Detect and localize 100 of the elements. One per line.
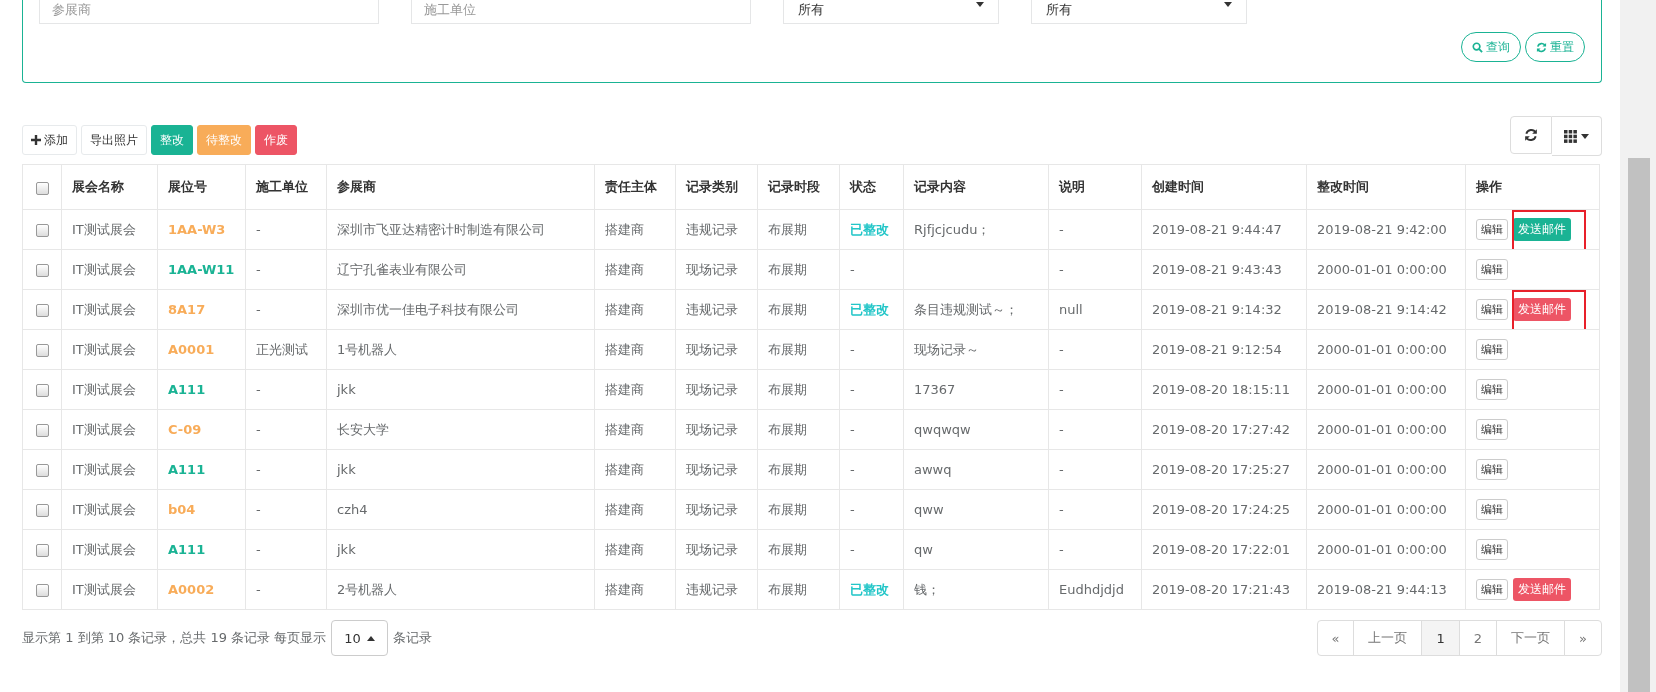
table-cell: 2000-01-01 0:00:00	[1317, 462, 1447, 477]
table-cell: 布展期	[768, 501, 807, 517]
page-link[interactable]: 2	[1458, 620, 1498, 656]
table-cell: IT测试展会	[72, 301, 136, 317]
status-text: 已整改	[850, 581, 889, 597]
table-cell: 布展期	[768, 541, 807, 557]
status-text: -	[850, 262, 855, 277]
row-checkbox[interactable]	[35, 264, 49, 277]
table-cell: -	[1059, 502, 1064, 517]
table-cell: 现场记录	[686, 421, 738, 437]
table-cell: 搭建商	[605, 461, 644, 477]
edit-button[interactable]: 编辑	[1476, 539, 1508, 560]
table-cell: 钱；	[914, 581, 940, 597]
records-suffix: 条记录	[392, 629, 432, 647]
edit-button[interactable]: 编辑	[1476, 339, 1508, 360]
caret-icon	[1224, 0, 1232, 8]
column-header: 参展商	[337, 179, 376, 194]
status-text: 已整改	[850, 301, 889, 317]
edit-button[interactable]: 编辑	[1476, 259, 1508, 280]
table-cell: 搭建商	[605, 221, 644, 237]
table-cell: 搭建商	[605, 381, 644, 397]
page-link[interactable]: 下一页	[1496, 620, 1566, 656]
edit-button[interactable]: 编辑	[1476, 499, 1508, 520]
column-header: 状态	[850, 179, 876, 194]
table-cell: 2000-01-01 0:00:00	[1317, 262, 1447, 277]
table-cell: 搭建商	[605, 301, 644, 317]
edit-button[interactable]: 编辑	[1476, 419, 1508, 440]
table-cell: 2019-08-21 9:42:00	[1317, 222, 1447, 237]
table-cell: 2019-08-20 17:24:25	[1152, 502, 1291, 517]
select-all-checkbox[interactable]	[35, 181, 49, 195]
toolbar-button[interactable]: 添加	[22, 125, 77, 155]
table-cell: 2019-08-21 9:14:32	[1152, 302, 1282, 317]
column-header: 责任主体	[605, 179, 657, 194]
table-cell: 2019-08-21 9:44:47	[1152, 222, 1282, 237]
table-cell: -	[1059, 462, 1064, 477]
table-cell: 2019-08-20 17:25:27	[1152, 462, 1291, 477]
edit-button[interactable]: 编辑	[1476, 299, 1508, 320]
table-cell: jkk	[337, 542, 356, 557]
table-cell: 2号机器人	[337, 581, 398, 597]
table-cell: 2000-01-01 0:00:00	[1317, 382, 1447, 397]
table-cell: -	[256, 422, 261, 437]
table-cell: -	[1059, 222, 1064, 237]
row-checkbox[interactable]	[35, 384, 49, 397]
toolbar-button[interactable]: 导出照片	[81, 125, 147, 155]
refresh-icon	[1524, 128, 1538, 142]
table-cell: IT测试展会	[72, 261, 136, 277]
table-cell: 搭建商	[605, 581, 644, 597]
table-cell: null	[1059, 302, 1083, 317]
table-cell: IT测试展会	[72, 221, 136, 237]
row-checkbox[interactable]	[35, 504, 49, 517]
table-cell: 搭建商	[605, 421, 644, 437]
row-checkbox[interactable]	[35, 584, 49, 597]
row-checkbox[interactable]	[35, 224, 49, 237]
table-cell: -	[1059, 382, 1064, 397]
row-checkbox[interactable]	[35, 544, 49, 557]
refresh-button[interactable]	[1510, 116, 1552, 154]
page-link[interactable]: »	[1564, 620, 1602, 656]
status-text: -	[850, 342, 855, 357]
page-link[interactable]: 1	[1421, 620, 1460, 656]
table-cell: 深圳市优一佳电子科技有限公司	[337, 301, 519, 317]
table-cell: 布展期	[768, 421, 807, 437]
column-header: 创建时间	[1152, 179, 1204, 194]
edit-button[interactable]: 编辑	[1476, 219, 1508, 240]
table-cell: 布展期	[768, 341, 807, 357]
table-cell: 长安大学	[337, 421, 389, 437]
row-checkbox[interactable]	[35, 464, 49, 477]
page-link[interactable]: 上一页	[1353, 620, 1423, 656]
table-cell: -	[1059, 422, 1064, 437]
edit-button[interactable]: 编辑	[1476, 579, 1508, 600]
page-link[interactable]: «	[1316, 620, 1355, 656]
table-cell: 2019-08-20 17:22:01	[1152, 542, 1291, 557]
row-checkbox[interactable]	[35, 424, 49, 437]
table-cell: 正光测试	[256, 341, 308, 357]
column-header: 施工单位	[256, 179, 308, 194]
edit-button[interactable]: 编辑	[1476, 459, 1508, 480]
table-cell: -	[256, 542, 261, 557]
table-cell: 布展期	[768, 461, 807, 477]
table-cell: 1号机器人	[337, 341, 398, 357]
select-dropdown[interactable]: 所有	[783, 0, 999, 24]
edit-button[interactable]: 编辑	[1476, 379, 1508, 400]
row-checkbox[interactable]	[35, 344, 49, 357]
column-header: 说明	[1059, 179, 1085, 194]
table-cell: -	[256, 262, 261, 277]
columns-button[interactable]	[1552, 116, 1602, 156]
caret-icon	[976, 0, 984, 8]
table-cell: 现场记录	[686, 381, 738, 397]
table-cell: jkk	[337, 382, 356, 397]
table-cell: 辽宁孔雀表业有限公司	[337, 261, 467, 277]
row-checkbox[interactable]	[35, 304, 49, 317]
scrollbar[interactable]	[1620, 0, 1656, 692]
table-cell: 现场记录	[686, 501, 738, 517]
table-cell: 搭建商	[605, 261, 644, 277]
table-cell: 现场记录～	[914, 341, 979, 357]
page-size-dropdown[interactable]: 10	[331, 620, 388, 656]
table-cell: 搭建商	[605, 501, 644, 517]
table-cell: czh4	[337, 502, 368, 517]
booth-number: A111	[168, 382, 206, 397]
select-dropdown[interactable]: 所有	[1031, 0, 1247, 24]
table-cell: IT测试展会	[72, 581, 136, 597]
booth-number: 8A17	[168, 302, 206, 317]
